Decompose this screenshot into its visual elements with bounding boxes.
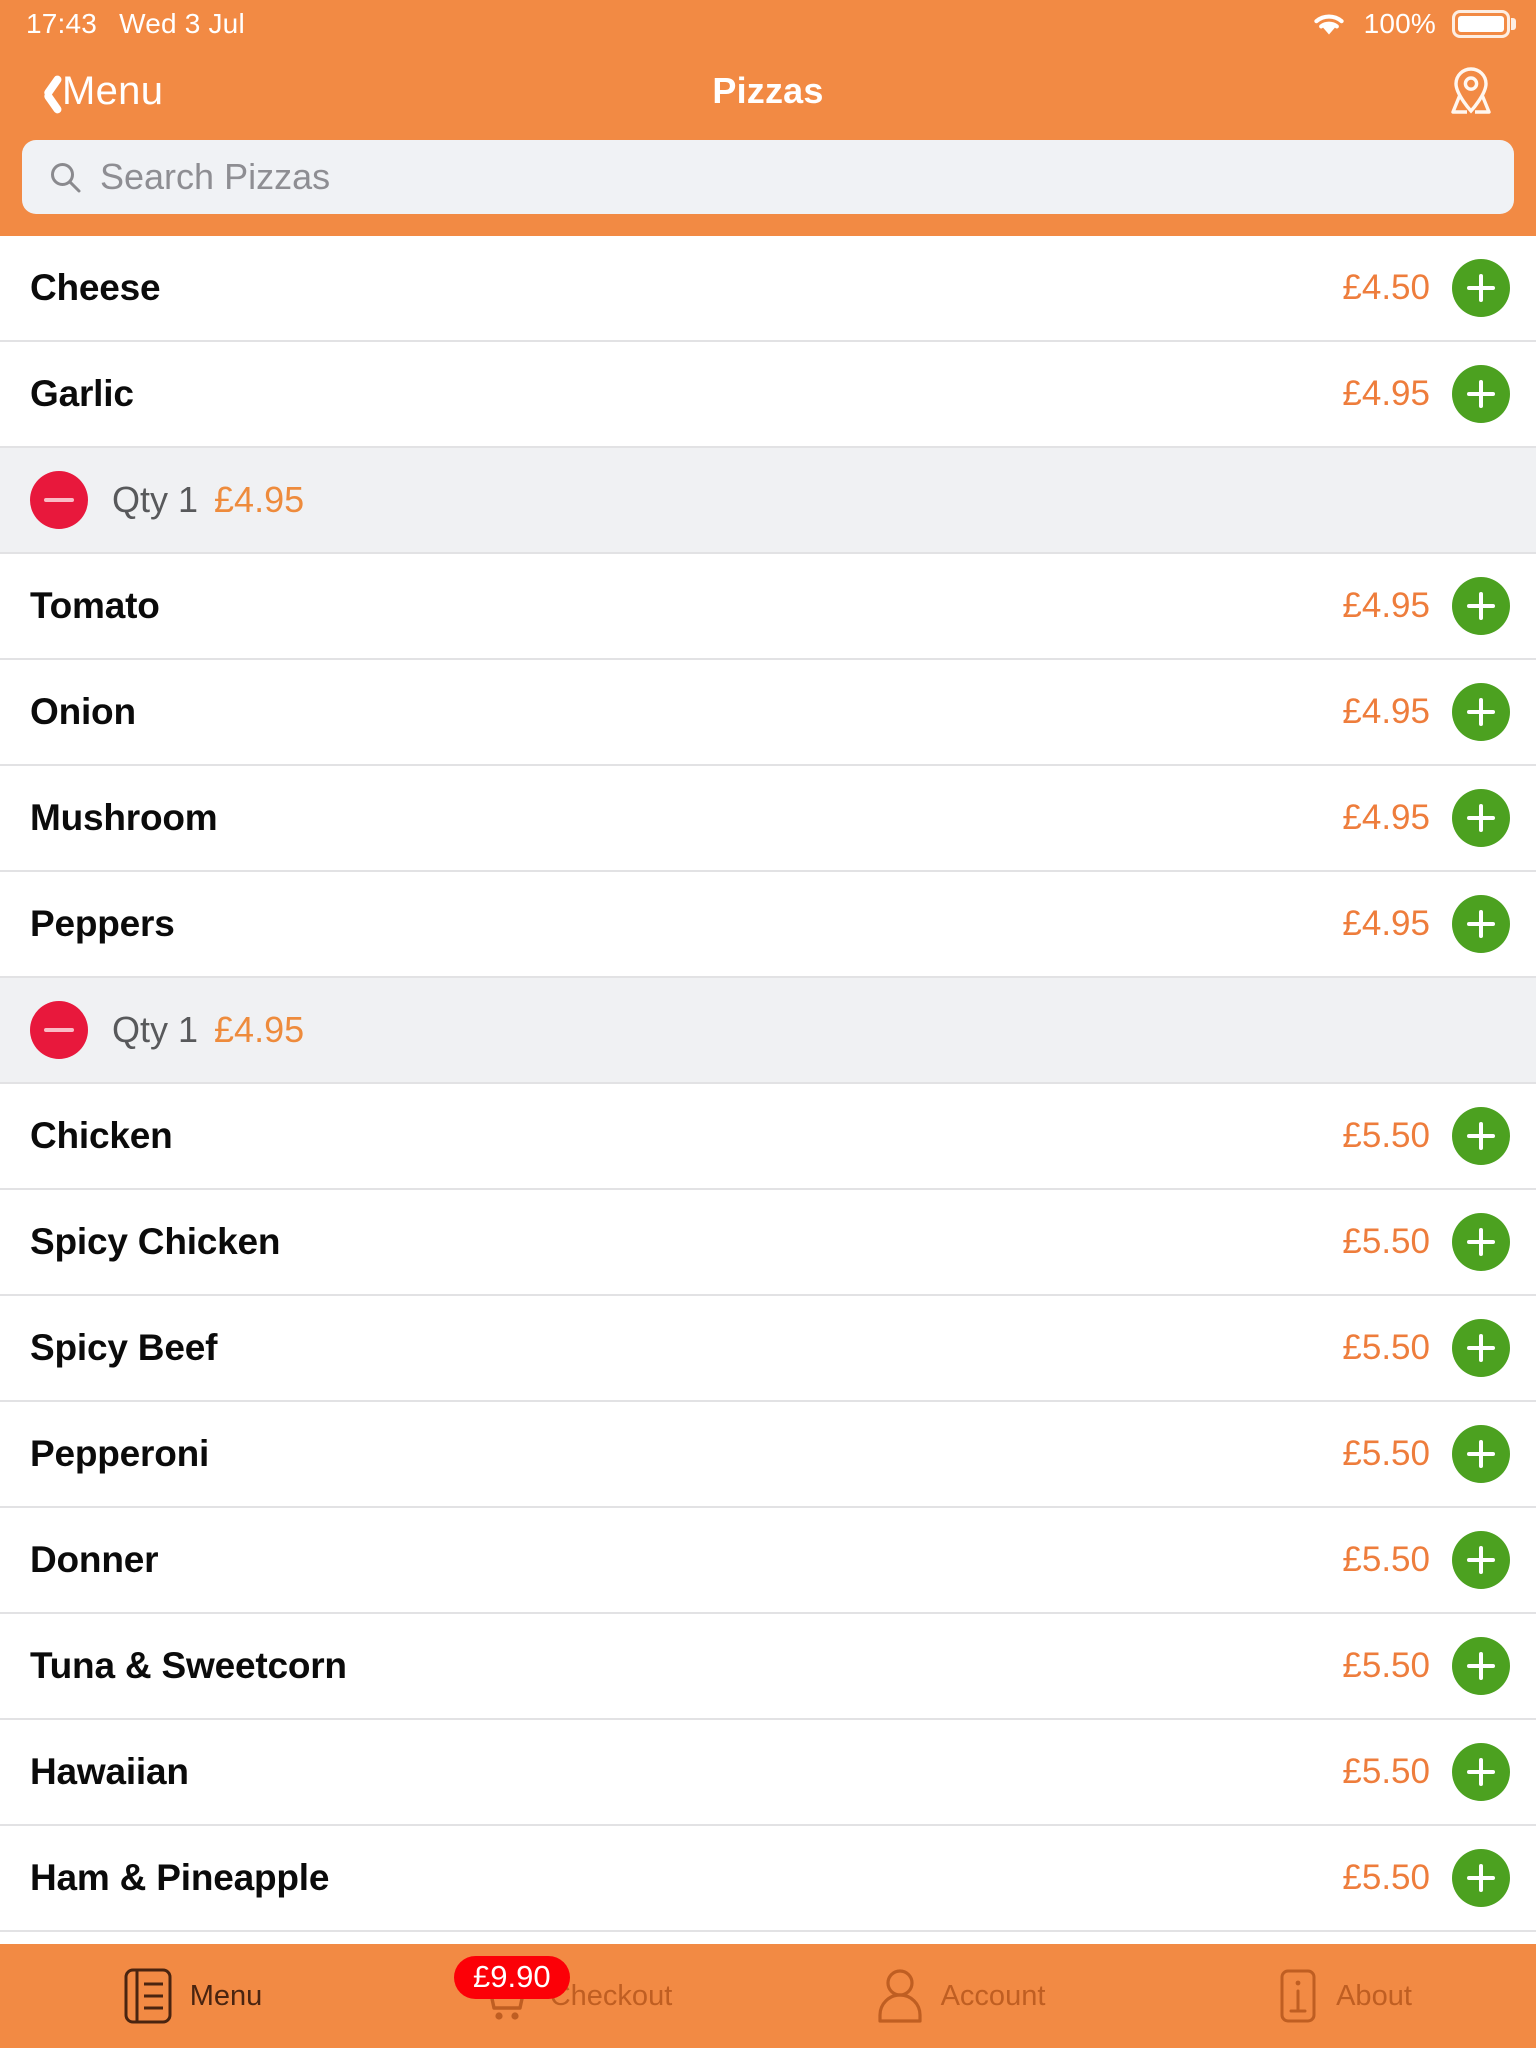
item-name: Peppers (30, 903, 175, 944)
quantity-row: Qty 1 £4.95 (0, 448, 1536, 554)
chevron-left-icon (34, 72, 56, 110)
plus-icon[interactable] (1452, 1849, 1510, 1907)
table-row[interactable]: Spicy Beef £5.50 (0, 1296, 1536, 1402)
table-row[interactable]: Ham & Pineapple £5.50 (0, 1826, 1536, 1932)
quantity-price: £4.95 (214, 479, 305, 520)
item-name: Chicken (30, 1115, 173, 1156)
tab-menu[interactable]: Menu (0, 1944, 384, 2048)
search-icon (51, 163, 81, 193)
quantity-price: £4.95 (214, 1009, 305, 1050)
plus-icon[interactable] (1452, 1637, 1510, 1695)
item-name: Spicy Chicken (30, 1221, 281, 1262)
plus-icon[interactable] (1452, 365, 1510, 423)
plus-icon[interactable] (1452, 1319, 1510, 1377)
item-name: Hawaiian (30, 1751, 189, 1792)
plus-icon[interactable] (1452, 1425, 1510, 1483)
quantity-row: Qty 1 £4.95 (0, 978, 1536, 1084)
tab-label: Menu (189, 1979, 263, 2012)
table-row[interactable]: Pepperoni £5.50 (0, 1402, 1536, 1508)
table-row[interactable]: Chicken £5.50 (0, 1084, 1536, 1190)
table-row[interactable]: Spicy Chicken £5.50 (0, 1190, 1536, 1296)
plus-icon[interactable] (1452, 1213, 1510, 1271)
item-price: £5.50 (1342, 1752, 1430, 1791)
search-container (0, 134, 1536, 236)
tab-bar: Menu £9.90 Checkout Account About (0, 1944, 1536, 2048)
table-row[interactable]: Onion £4.95 (0, 660, 1536, 766)
item-price: £4.95 (1342, 374, 1430, 413)
item-name: Tomato (30, 585, 160, 626)
table-row[interactable]: Cheese £4.50 (0, 236, 1536, 342)
person-icon (877, 1969, 922, 2023)
battery-percent-label: 100% (1363, 8, 1436, 39)
item-price: £4.95 (1342, 692, 1430, 731)
status-date: Wed 3 Jul (119, 8, 245, 39)
item-price: £5.50 (1342, 1434, 1430, 1473)
item-price: £5.50 (1342, 1222, 1430, 1261)
search-input[interactable] (100, 156, 1488, 198)
item-price: £4.95 (1342, 586, 1430, 625)
table-row[interactable]: Garlic £4.95 (0, 342, 1536, 448)
page-title: Pizzas (712, 70, 824, 111)
plus-icon[interactable] (1452, 683, 1510, 741)
table-row[interactable]: Tuna & Sweetcorn £5.50 (0, 1614, 1536, 1720)
plus-icon[interactable] (1452, 577, 1510, 635)
minus-icon[interactable] (30, 1001, 88, 1059)
item-name: Mushroom (30, 797, 218, 838)
plus-icon[interactable] (1452, 789, 1510, 847)
plus-icon[interactable] (1452, 895, 1510, 953)
status-time: 17:43 (26, 8, 98, 39)
item-price: £5.50 (1342, 1328, 1430, 1367)
tab-account[interactable]: Account (768, 1944, 1152, 2048)
item-price: £5.50 (1342, 1858, 1430, 1897)
plus-icon[interactable] (1452, 1743, 1510, 1801)
search-bar[interactable] (22, 140, 1514, 214)
item-name: Spicy Beef (30, 1327, 218, 1368)
item-name: Donner (30, 1539, 159, 1580)
tab-label: About (1336, 1979, 1412, 2012)
item-name: Tuna & Sweetcorn (30, 1645, 347, 1686)
info-icon (1280, 1969, 1316, 2023)
item-name: Cheese (30, 267, 161, 308)
quantity-label: Qty 1 (112, 1009, 199, 1050)
quantity-label: Qty 1 (112, 479, 199, 520)
item-price: £4.50 (1342, 268, 1430, 307)
status-bar: 17:43 Wed 3 Jul 100% (0, 0, 1536, 48)
back-button-label: Menu (62, 68, 164, 113)
nav-bar: Menu Pizzas (0, 48, 1536, 134)
item-price: £4.95 (1342, 798, 1430, 837)
tab-about[interactable]: About (1152, 1944, 1536, 2048)
table-row[interactable]: Tomato £4.95 (0, 554, 1536, 660)
plus-icon[interactable] (1452, 1107, 1510, 1165)
item-name: Garlic (30, 373, 134, 414)
header-block: 17:43 Wed 3 Jul 100% Menu Pizzas Search … (0, 0, 1536, 236)
item-price: £4.95 (1342, 904, 1430, 943)
plus-icon[interactable] (1452, 1531, 1510, 1589)
back-button[interactable]: Menu (34, 69, 163, 114)
map-pin-icon[interactable] (1440, 60, 1502, 122)
tab-label: Account (940, 1979, 1046, 2012)
plus-icon[interactable] (1452, 259, 1510, 317)
tab-checkout[interactable]: £9.90 Checkout (384, 1944, 768, 2048)
item-name: Onion (30, 691, 136, 732)
minus-icon[interactable] (30, 471, 88, 529)
status-right-group: 100% (1310, 8, 1510, 40)
status-badge: £9.90 (454, 1956, 570, 1999)
table-row[interactable]: Mushroom £4.95 (0, 766, 1536, 872)
pizza-list: Cheese £4.50 Garlic £4.95 Qty 1 £4.95 Tomato £4… (0, 236, 1536, 1944)
item-price: £5.50 (1342, 1116, 1430, 1155)
menu-book-icon (124, 1968, 172, 2024)
table-row[interactable]: Donner £5.50 (0, 1508, 1536, 1614)
battery-fill (1458, 16, 1504, 32)
app-root: 17:43 Wed 3 Jul 100% Menu Pizzas Search … (0, 0, 1536, 2048)
table-row[interactable]: Peppers £4.95 (0, 872, 1536, 978)
wifi-icon (1313, 14, 1344, 35)
item-price: £5.50 (1342, 1540, 1430, 1579)
battery-full-icon (1452, 10, 1510, 38)
item-price: £5.50 (1342, 1646, 1430, 1685)
item-name: Pepperoni (30, 1433, 210, 1474)
table-row[interactable]: Hawaiian £5.50 (0, 1720, 1536, 1826)
item-name: Ham & Pineapple (30, 1857, 330, 1898)
